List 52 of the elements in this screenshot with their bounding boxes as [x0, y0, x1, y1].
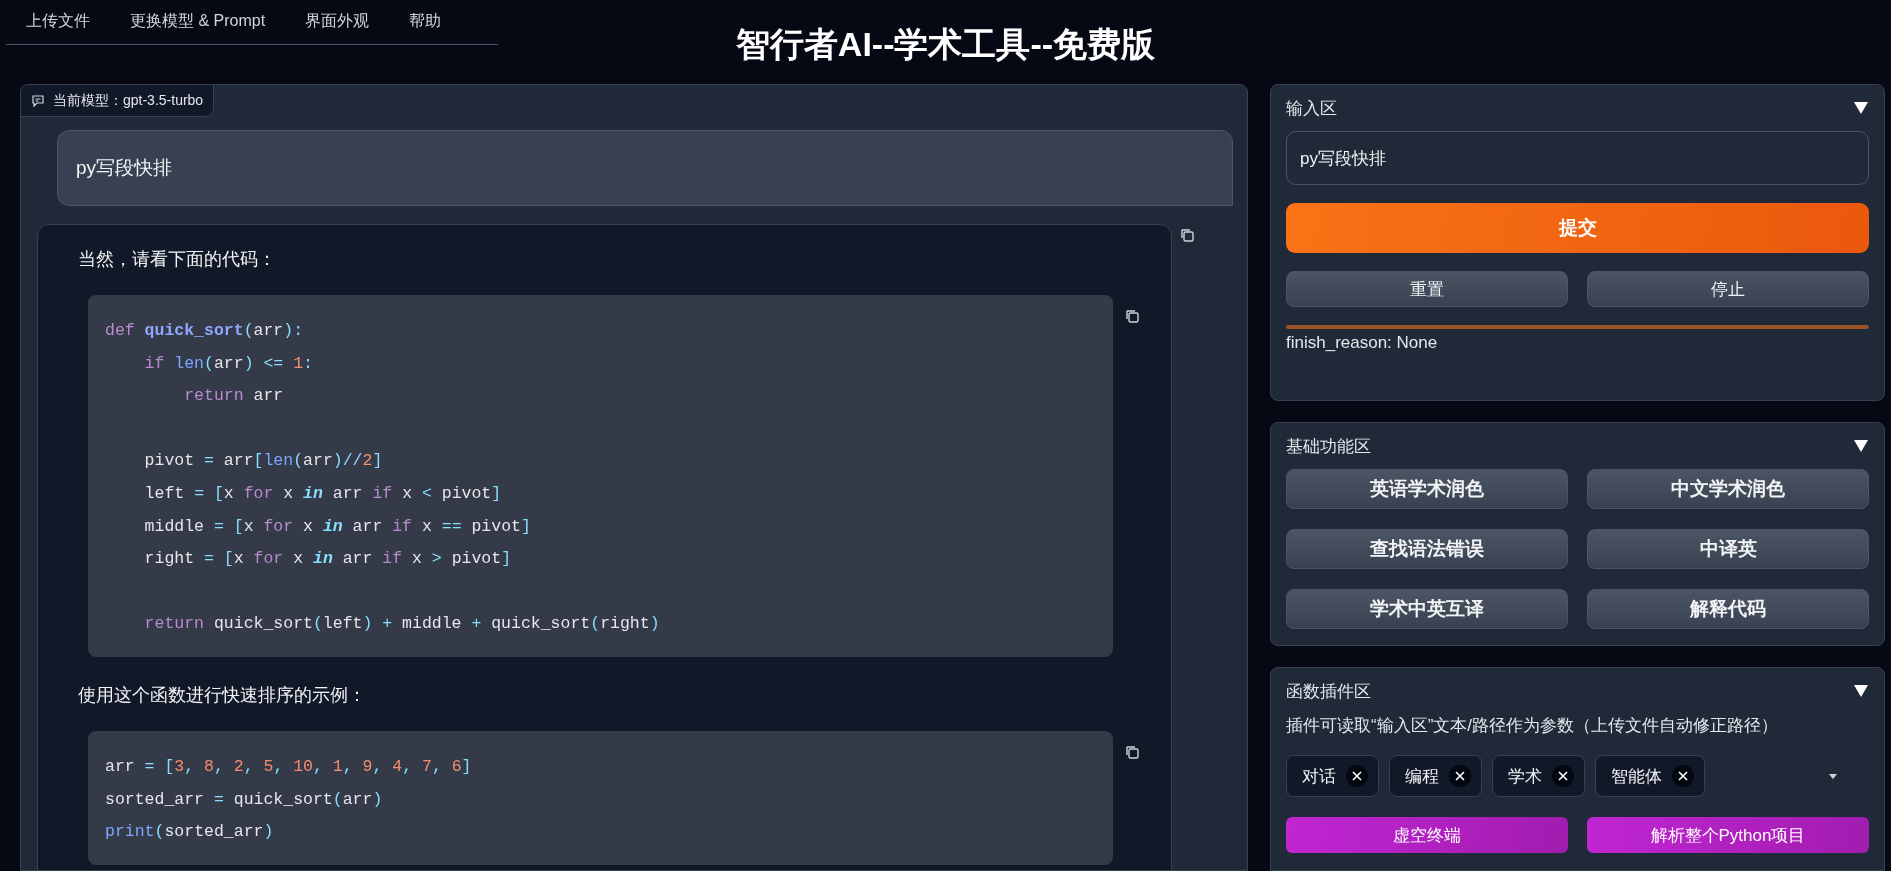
plugin-tag[interactable]: 编程	[1389, 755, 1482, 797]
finish-reason-text: finish_reason: None	[1286, 333, 1439, 353]
close-icon[interactable]	[1672, 765, 1694, 787]
code-line: middle = [x for x in arr if x == pivot]	[143, 515, 532, 538]
action-button[interactable]: 停止	[1587, 271, 1869, 307]
function-button[interactable]: 英语学术润色	[1286, 469, 1568, 509]
message-text: 当然，请看下面的代码：	[78, 248, 277, 271]
close-icon[interactable]	[1346, 765, 1368, 787]
plugin-hint: 插件可读取“输入区”文本/路径作为参数（上传文件自动修正路径）	[1286, 715, 1780, 737]
function-button[interactable]: 学术中英互译	[1286, 589, 1568, 629]
close-icon[interactable]	[1552, 765, 1574, 787]
copy-icon[interactable]	[1180, 228, 1194, 242]
nav-tab[interactable]: 帮助	[389, 0, 462, 44]
nav-tab[interactable]: 上传文件	[6, 0, 110, 44]
close-icon[interactable]	[1449, 765, 1471, 787]
plugin-button[interactable]: 虚空终端	[1286, 817, 1568, 853]
panel-title: 函数插件区	[1286, 680, 1371, 703]
plugin-tag[interactable]: 智能体	[1595, 755, 1705, 797]
code-line: return quick_sort(left) + middle + quick_sort(right)	[143, 613, 661, 636]
action-button[interactable]: 重置	[1286, 271, 1568, 307]
code-line: right = [x for x in arr if x > pivot]	[143, 548, 513, 571]
function-button[interactable]: 查找语法错误	[1286, 529, 1568, 569]
nav-tab[interactable]: 更换模型 & Prompt	[110, 0, 286, 44]
panel-title: 输入区	[1286, 97, 1337, 120]
collapse-triangle-icon[interactable]	[1853, 439, 1869, 453]
code-line: return arr	[183, 385, 285, 408]
function-button[interactable]: 解释代码	[1587, 589, 1869, 629]
collapse-triangle-icon[interactable]	[1853, 684, 1869, 698]
plugin-tag[interactable]: 对话	[1286, 755, 1379, 797]
collapse-triangle-icon[interactable]	[1853, 101, 1869, 115]
message-text: 使用这个函数进行快速排序的示例：	[78, 683, 367, 707]
page-title: 智行者AI--学术工具--免费版	[735, 24, 1156, 65]
panel-title: 基础功能区	[1286, 435, 1371, 458]
code-line: left = [x for x in arr if x < pivot]	[143, 482, 503, 505]
nav-tab[interactable]: 界面外观	[285, 0, 390, 44]
input-field[interactable]: py写段快排	[1286, 131, 1869, 185]
function-button[interactable]: 中译英	[1587, 529, 1869, 569]
code-line: arr = [3, 8, 2, 5, 10, 1, 9, 4, 7, 6]	[105, 755, 473, 778]
code-line: sorted_arr = quick_sort(arr)	[105, 788, 384, 811]
chat-icon	[31, 93, 45, 108]
user-message: py写段快排	[57, 130, 1233, 206]
model-name: 当前模型：gpt-3.5-turbo	[53, 91, 204, 110]
function-button[interactable]: 中文学术润色	[1587, 469, 1869, 509]
code-line: print(sorted_arr)	[105, 821, 275, 844]
code-line: def quick_sort(arr):	[105, 320, 305, 342]
copy-icon[interactable]	[1125, 744, 1139, 759]
dropdown-caret-icon[interactable]	[1829, 773, 1837, 779]
plugin-tag[interactable]: 学术	[1492, 755, 1585, 797]
code-line: if len(arr) <= 1:	[143, 352, 314, 375]
plugin-button[interactable]: 解析整个Python项目	[1587, 817, 1869, 853]
code-line: pivot = arr[len(arr)//2]	[143, 450, 384, 473]
copy-icon[interactable]	[1125, 309, 1139, 323]
